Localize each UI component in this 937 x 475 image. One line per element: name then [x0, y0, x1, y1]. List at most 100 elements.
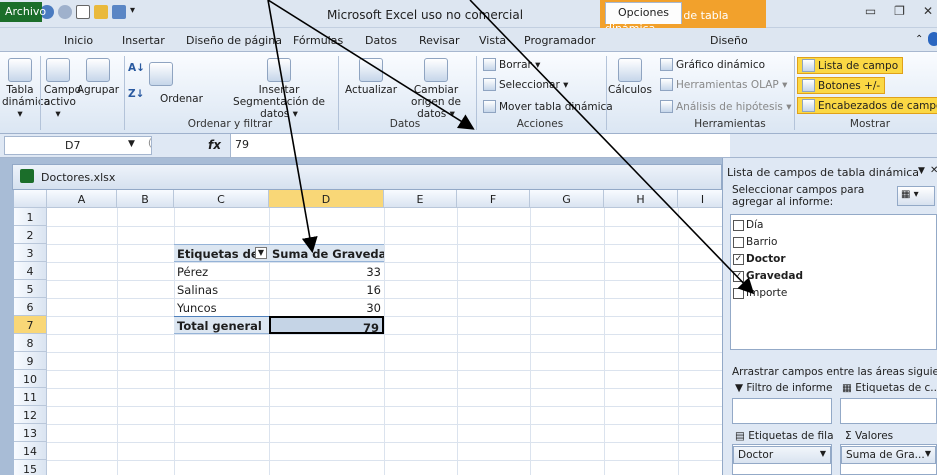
mover-tabla-button[interactable]: Mover tabla dinámica — [483, 100, 613, 113]
row-header[interactable]: 15 — [14, 460, 47, 475]
filter-zone[interactable] — [732, 398, 832, 424]
row-header[interactable]: 11 — [14, 388, 47, 406]
pivot-row-label[interactable]: Salinas — [174, 280, 269, 298]
checkbox-checked[interactable]: ✓ — [733, 253, 744, 265]
tab-vista[interactable]: Vista — [479, 34, 506, 47]
tab-inicio[interactable]: Inicio — [64, 34, 93, 47]
pivot-row-label[interactable]: Yuncos — [174, 298, 269, 316]
actualizar-button[interactable]: Actualizar — [342, 54, 400, 96]
tabla-dinamica-button[interactable]: Tabla dinámica ▾ — [2, 54, 50, 120]
pivot-row-value[interactable]: 16 — [269, 280, 384, 298]
pivot-row-label-header[interactable]: Etiquetas de f — [174, 244, 256, 262]
select-all-corner[interactable] — [14, 190, 47, 208]
column-header[interactable]: D — [269, 190, 384, 208]
column-header[interactable]: E — [384, 190, 457, 208]
panel-menu-icon[interactable]: ▼ — [918, 166, 925, 176]
row-header[interactable]: 13 — [14, 424, 47, 442]
column-zone[interactable] — [840, 398, 937, 424]
tab-formulas[interactable]: Fórmulas — [293, 34, 343, 47]
grafico-dinamico-button[interactable]: Gráfico dinámico — [660, 58, 765, 71]
tab-opciones[interactable]: Opciones — [605, 2, 682, 24]
pivot-row-value[interactable]: 33 — [269, 262, 384, 280]
checkbox[interactable] — [733, 219, 744, 231]
row-header[interactable]: 1 — [14, 208, 47, 226]
row-header[interactable]: 14 — [14, 442, 47, 460]
help-icon[interactable] — [928, 32, 937, 46]
calculations-icon — [618, 58, 642, 82]
tab-diseno[interactable]: Diseño — [710, 34, 748, 47]
close-icon[interactable]: ✕ — [923, 4, 933, 18]
row-header[interactable]: 3 — [14, 244, 47, 262]
borrar-button[interactable]: Borrar ▾ — [483, 58, 540, 71]
open-folder-icon[interactable] — [94, 5, 108, 19]
analisis-hipotesis-button[interactable]: Análisis de hipótesis ▾ — [660, 100, 791, 113]
seleccionar-button[interactable]: Seleccionar ▾ — [483, 78, 568, 91]
restore-icon[interactable]: ❐ — [894, 4, 905, 18]
column-header[interactable]: I — [678, 190, 722, 208]
new-file-icon[interactable] — [76, 5, 90, 19]
row-header[interactable]: 7 — [14, 316, 47, 334]
redo-icon[interactable] — [58, 5, 72, 19]
tab-datos[interactable]: Datos — [365, 34, 397, 47]
minimize-icon[interactable]: ▭ — [865, 4, 876, 18]
column-header[interactable]: C — [174, 190, 269, 208]
row-header[interactable]: 5 — [14, 280, 47, 298]
tab-diseno-pagina[interactable]: Diseño de página — [186, 34, 282, 47]
value-item-suma-gravedad[interactable]: Suma de Gra... ▼ — [841, 446, 936, 464]
campo-activo-button[interactable]: Campo activo ▾ — [44, 54, 81, 120]
tab-archivo[interactable]: Archivo — [0, 2, 46, 22]
panel-close-icon[interactable]: ✕ — [930, 165, 937, 176]
ribbon-collapse-icon[interactable]: ⌃ — [915, 34, 923, 45]
row-header[interactable]: 9 — [14, 352, 47, 370]
spreadsheet-grid[interactable]: A B C D E F G H I 1 2 3 4 5 6 7 8 9 10 1… — [14, 190, 722, 475]
row-header[interactable]: 6 — [14, 298, 47, 316]
field-gravedad[interactable]: ✓ Gravedad — [733, 270, 803, 282]
formula-input[interactable]: 79 — [230, 134, 730, 157]
lista-campo-toggle[interactable]: Lista de campo — [797, 57, 904, 74]
filter-dropdown-icon[interactable]: ▼ — [255, 247, 267, 259]
calculos-button[interactable]: Cálculos — [608, 54, 652, 96]
insertar-segmentacion-button[interactable]: Insertar Segmentación de datos ▾ — [224, 54, 334, 120]
row-header[interactable]: 12 — [14, 406, 47, 424]
column-header[interactable]: F — [457, 190, 530, 208]
agrupar-button[interactable]: Agrupar — [76, 54, 120, 96]
field-dia[interactable]: Día — [733, 219, 763, 231]
checkbox[interactable] — [733, 287, 744, 299]
pivot-total-label[interactable]: Total general — [174, 316, 269, 334]
filter-icon: ▼ — [735, 382, 747, 394]
name-box-dropdown-icon[interactable]: ▼ — [128, 139, 135, 149]
sort-dialog-icon[interactable] — [146, 54, 176, 86]
field-importe[interactable]: Importe — [733, 287, 787, 299]
sort-az-icon[interactable]: A↓ — [128, 62, 145, 74]
row-header[interactable]: 8 — [14, 334, 47, 352]
checkbox-checked[interactable]: ✓ — [733, 270, 744, 282]
checkbox[interactable] — [733, 236, 744, 248]
cambiar-origen-button[interactable]: Cambiar origen de datos ▾ — [400, 54, 472, 120]
tab-programador[interactable]: Programador — [524, 34, 595, 47]
row-header[interactable]: 4 — [14, 262, 47, 280]
row-header[interactable]: 2 — [14, 226, 47, 244]
tab-insertar[interactable]: Insertar — [122, 34, 165, 47]
layout-menu-icon[interactable]: ▦ ▾ — [897, 186, 935, 206]
pivot-value-header[interactable]: Suma de Gravedad — [269, 244, 384, 262]
tab-revisar[interactable]: Revisar — [419, 34, 459, 47]
encabezados-campo-toggle[interactable]: Encabezados de campo — [797, 97, 937, 114]
field-doctor[interactable]: ✓ Doctor — [733, 253, 786, 265]
row-header[interactable]: 10 — [14, 370, 47, 388]
pivot-row-value[interactable]: 30 — [269, 298, 384, 316]
column-header[interactable]: A — [47, 190, 117, 208]
customize-qat-icon[interactable]: ▾ — [130, 5, 138, 19]
sort-za-icon[interactable]: Z↓ — [128, 88, 144, 100]
pivot-total-value-selected[interactable]: 79 — [269, 316, 384, 334]
column-header[interactable]: G — [530, 190, 604, 208]
pivot-row-label[interactable]: Pérez — [174, 262, 269, 280]
column-header[interactable]: B — [117, 190, 174, 208]
form-icon[interactable] — [112, 5, 126, 19]
ordenar-button[interactable]: Ordenar — [160, 93, 203, 105]
row-item-doctor[interactable]: Doctor ▼ — [733, 446, 831, 464]
field-barrio[interactable]: Barrio — [733, 236, 777, 248]
insert-function-icon[interactable]: fx — [208, 138, 221, 152]
botones-toggle[interactable]: Botones +/- — [797, 77, 886, 94]
column-header[interactable]: H — [604, 190, 678, 208]
herramientas-olap-button[interactable]: Herramientas OLAP ▾ — [660, 78, 787, 91]
